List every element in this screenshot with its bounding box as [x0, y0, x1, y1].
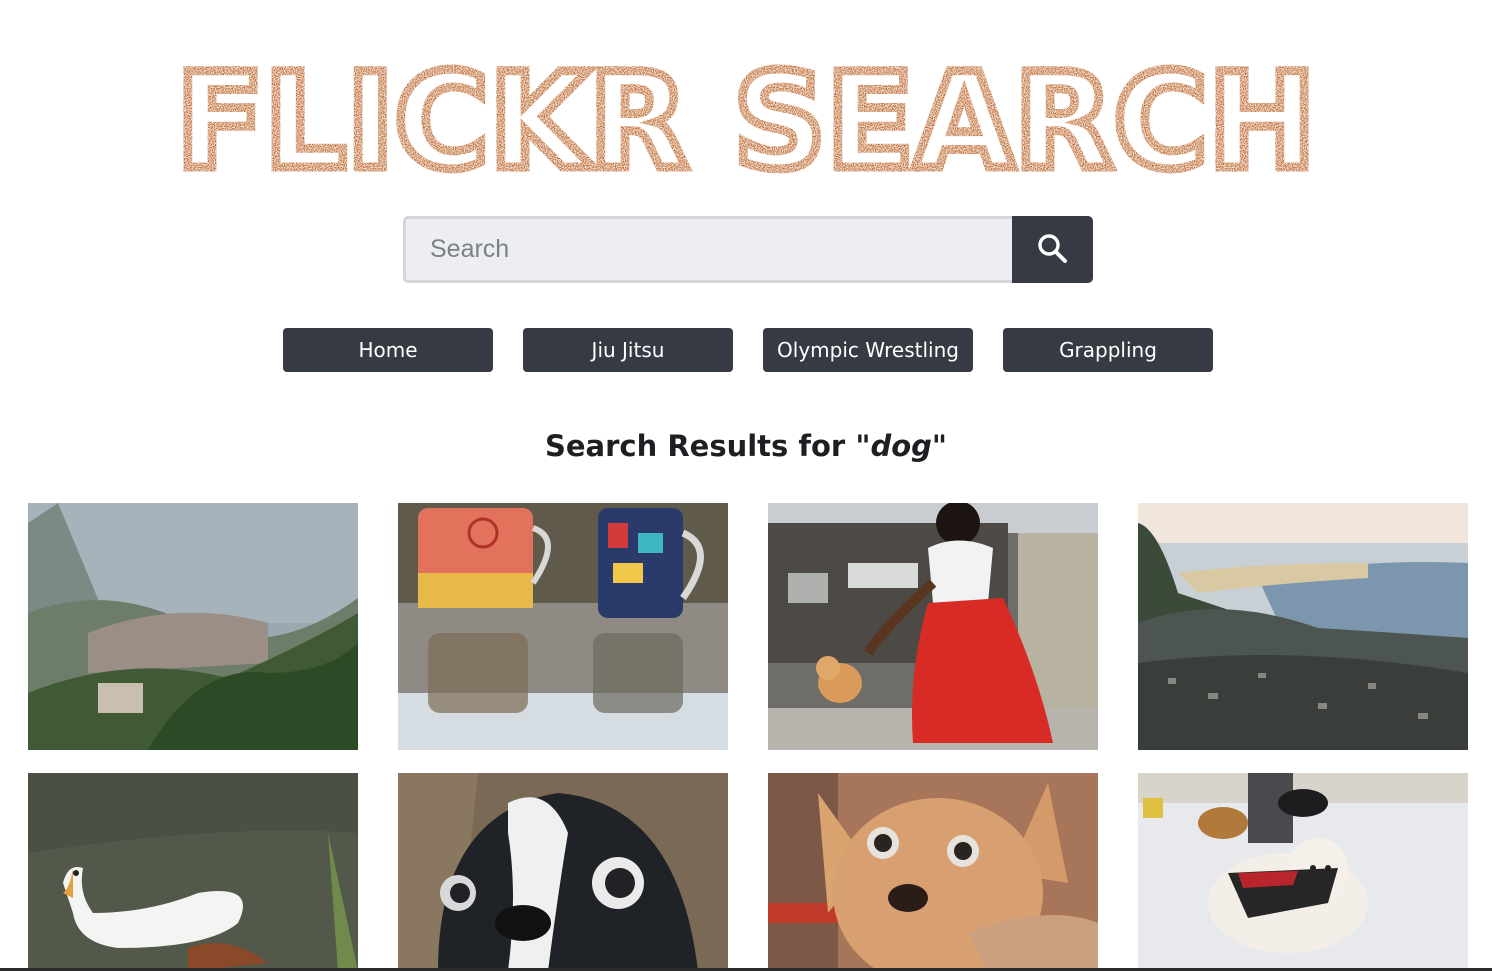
photo-thumbnail[interactable] — [768, 773, 1098, 971]
photo-thumbnail[interactable] — [28, 503, 358, 750]
logo-text: FLICKR SEARCH — [176, 52, 1316, 182]
photo-thumbnail[interactable] — [1138, 503, 1468, 750]
photo-thumbnail[interactable] — [398, 773, 728, 971]
search-button[interactable] — [1012, 216, 1093, 283]
photo-thumbnail[interactable] — [1138, 773, 1468, 971]
photo-thumbnail[interactable] — [398, 503, 728, 750]
nav-jiu-jitsu-button[interactable]: Jiu Jitsu — [523, 328, 733, 372]
nav-home-button[interactable]: Home — [283, 328, 493, 372]
photo-thumbnail[interactable] — [28, 773, 358, 971]
nav-olympic-wrestling-button[interactable]: Olympic Wrestling — [763, 328, 973, 372]
photo-thumbnail[interactable] — [768, 503, 1098, 750]
search-query: dog — [870, 429, 932, 463]
search-bar — [403, 216, 1093, 283]
site-logo: FLICKR SEARCH — [0, 52, 1492, 182]
results-heading: Search Results for "dog" — [0, 424, 1492, 468]
results-heading-prefix: Search Results for " — [544, 429, 871, 463]
search-input[interactable] — [403, 216, 1012, 283]
results-heading-suffix: " — [931, 429, 948, 463]
nav-grappling-button[interactable]: Grappling — [1003, 328, 1213, 372]
search-icon — [1038, 234, 1067, 263]
